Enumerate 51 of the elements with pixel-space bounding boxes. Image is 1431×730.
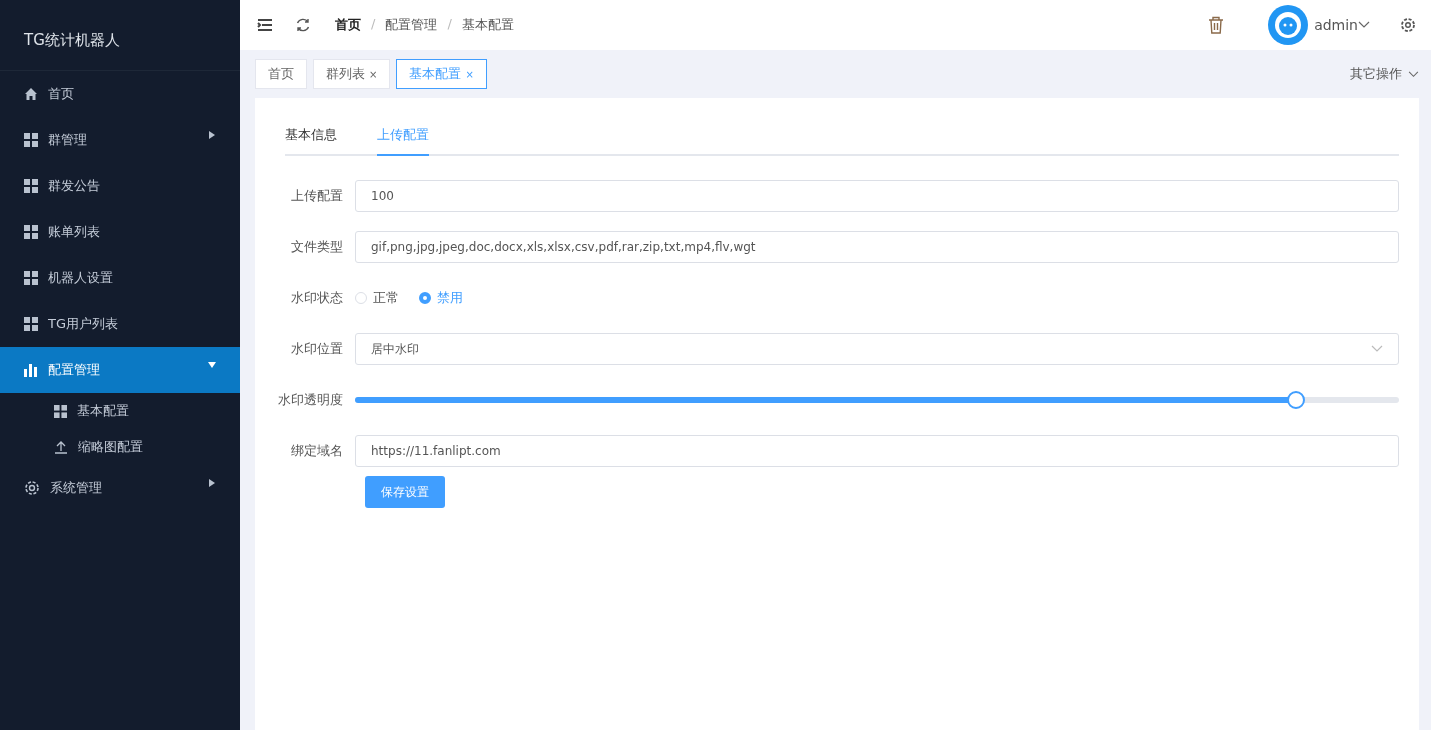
refresh-icon[interactable] [295,17,311,33]
chevron-down-icon[interactable] [1358,21,1370,29]
grid-icon [24,317,38,331]
grid-icon [24,133,38,147]
grid-icon [24,179,38,193]
sidebar-item[interactable]: 系统管理 [0,465,240,511]
breadcrumb-item[interactable]: 首页 [335,16,361,34]
sidebar-item[interactable]: 首页 [0,71,240,117]
sidebar-item[interactable]: 机器人设置 [0,255,240,301]
page-tab[interactable]: 首页 [255,59,307,89]
avatar-icon[interactable] [1268,5,1309,45]
sidebar-subitem[interactable]: 基本配置 [0,393,240,429]
field-label: 文件类型 [290,238,343,256]
home-icon [24,87,38,101]
sidebar-item[interactable]: TG用户列表 [0,301,240,347]
page-tab[interactable]: 群列表 × [313,59,391,89]
field-label: 水印状态 [290,289,343,307]
sidebar-item[interactable]: 群管理 [0,117,240,163]
grid-icon [54,404,67,418]
settings-icon [24,480,40,496]
sidebar-item[interactable]: 群发公告 [0,163,240,209]
field-label: 水印透明度 [277,391,343,409]
sidebar-subitem[interactable]: 缩略图配置 [0,429,240,465]
sidebar-item[interactable]: 账单列表 [0,209,240,255]
radio-option[interactable]: 正常 [355,289,399,307]
grid-icon [24,225,38,239]
input-field[interactable]: gif,png,jpg,jpeg,doc,docx,xls,xlsx,csv,pdf,rar,zip,txt,mp4,flv,wgt [355,231,1399,263]
field-label: 上传配置 [290,187,343,205]
upload-icon [54,440,68,454]
close-icon[interactable]: × [369,68,378,80]
field-label: 绑定域名 [290,442,343,460]
grid-icon [24,271,38,285]
breadcrumb-separator: / [447,16,452,33]
trash-icon[interactable] [1208,16,1225,34]
sidebar-item[interactable]: 配置管理 [0,347,240,393]
settings-icon[interactable] [1400,17,1416,33]
bar-chart-icon [24,363,38,377]
menu-icon[interactable] [257,18,273,32]
chevron-down-icon [1371,345,1383,353]
input-field[interactable]: 100 [355,180,1399,212]
user-menu[interactable]: admin [1314,17,1358,33]
slider-thumb[interactable] [1286,391,1305,409]
breadcrumb-item: 基本配置 [461,16,514,34]
tab[interactable]: 基本信息 [285,126,337,156]
breadcrumb-separator: / [371,16,376,33]
select-field[interactable]: 居中水印 [355,333,1399,365]
chevron-down-icon[interactable] [1408,70,1419,78]
breadcrumb-item[interactable]: 配置管理 [385,16,438,34]
other-actions-menu[interactable]: 其它操作 [1350,65,1402,83]
input-field[interactable]: https://11.fanlipt.com [355,435,1399,467]
field-label: 水印位置 [290,340,343,358]
